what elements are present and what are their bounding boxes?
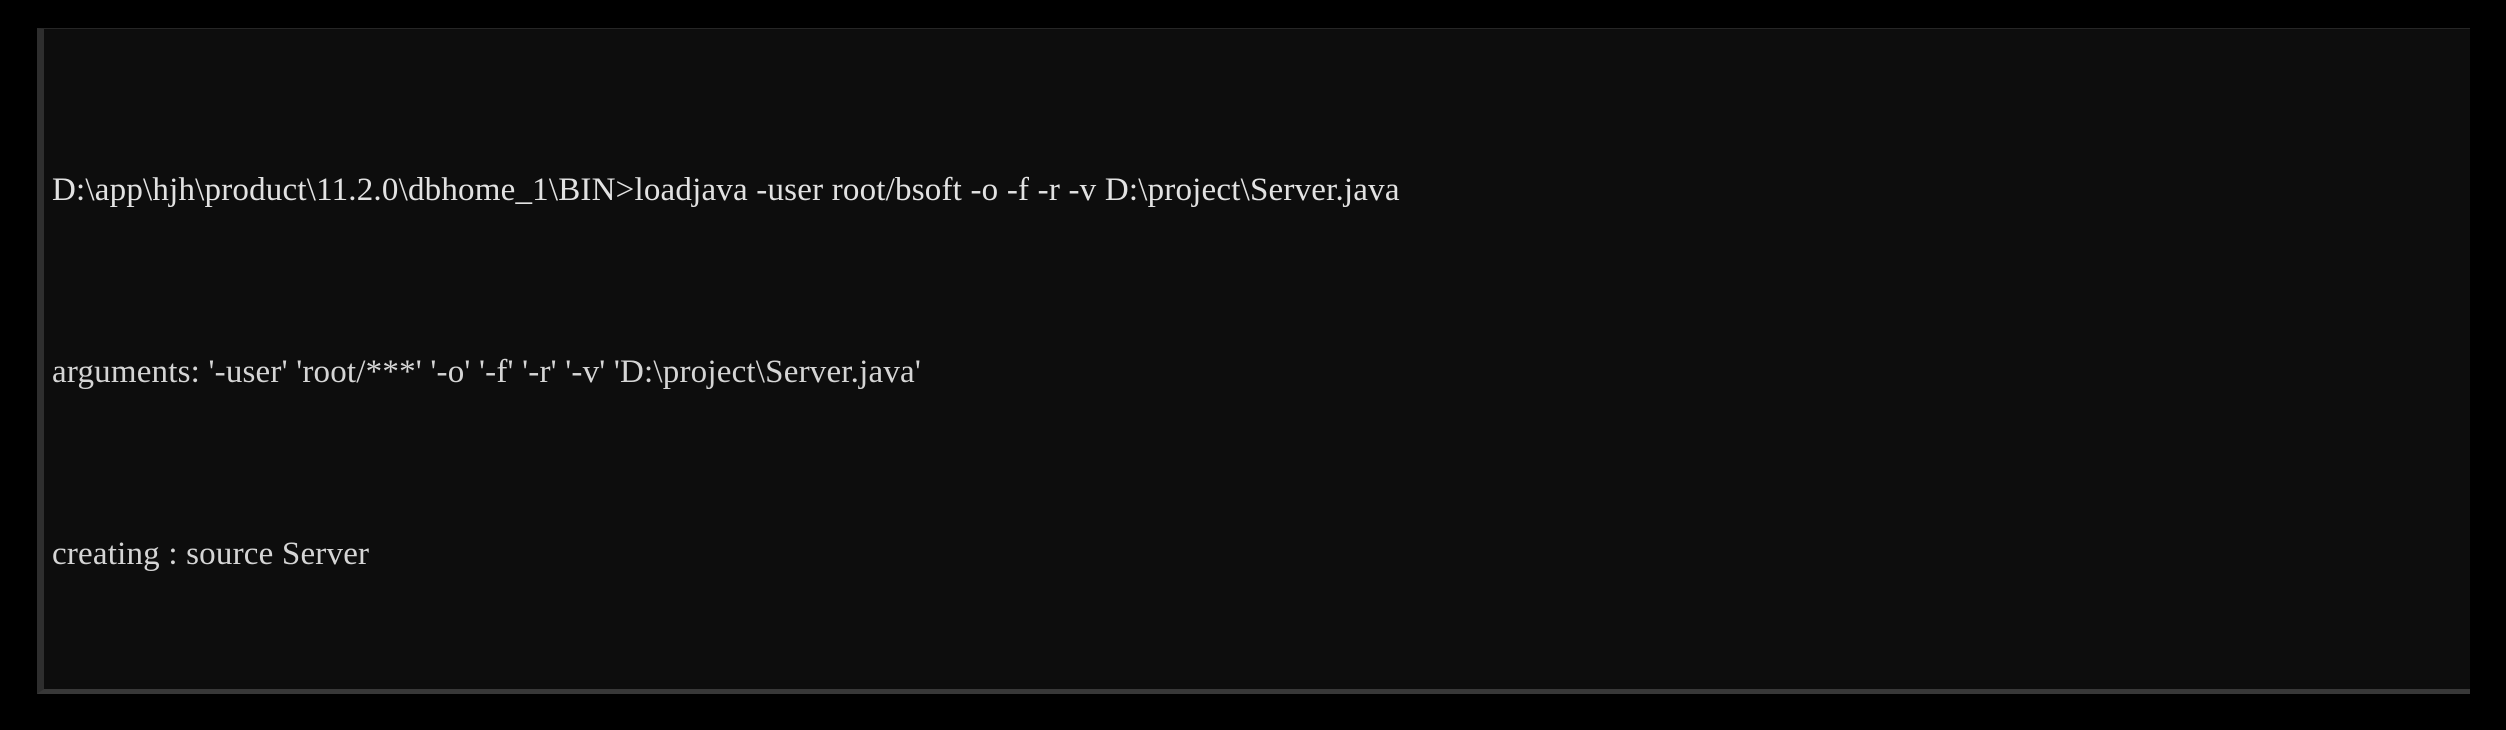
console-line-command: D:\app\hjh\product\11.2.0\dbhome_1\BIN>l… — [52, 171, 1400, 208]
console-line-creating: creating : source Server — [52, 535, 370, 572]
screen: D:\app\hjh\product\11.2.0\dbhome_1\BIN>l… — [0, 0, 2506, 730]
console-output-text[interactable]: D:\app\hjh\product\11.2.0\dbhome_1\BIN>l… — [44, 31, 2470, 689]
console-line-arguments: arguments: '-user' 'root/***' '-o' '-f' … — [52, 353, 922, 390]
command-prompt-window[interactable]: D:\app\hjh\product\11.2.0\dbhome_1\BIN>l… — [37, 28, 2470, 694]
